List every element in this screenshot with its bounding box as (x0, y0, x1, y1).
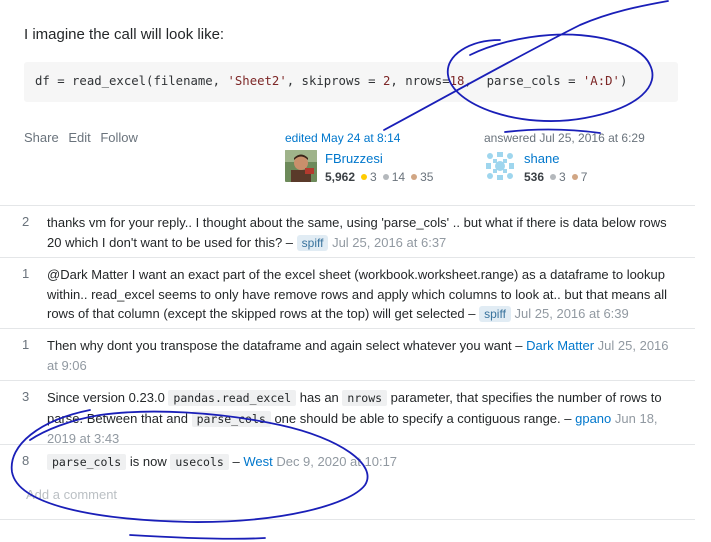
bronze-badge-icon (411, 174, 418, 180)
comment-user-link[interactable]: spiff (479, 306, 511, 322)
author-silver-count: 3 (559, 170, 566, 184)
author-name[interactable]: shane (524, 151, 559, 166)
code-string: 'Sheet2' (227, 74, 287, 88)
editor-silver-count: 14 (391, 170, 406, 184)
share-link[interactable]: Share (24, 130, 59, 145)
bronze-badge-icon (571, 174, 578, 180)
comment-text: has an (299, 390, 339, 405)
silver-badge-icon (550, 174, 557, 180)
ink-stroke-tail (129, 534, 266, 540)
author-avatar[interactable] (484, 150, 516, 182)
author-rep-score: 536 (524, 170, 545, 184)
answered-timestamp: answered Jul 25, 2016 at 6:29 (484, 131, 645, 145)
inline-code: parse_cols (191, 410, 271, 427)
comment-text: Then why dont you transpose the datafram… (47, 338, 523, 353)
comment: 1 @Dark Matter I want an exact part of t… (0, 257, 695, 329)
divider (0, 519, 695, 520)
gold-badge-icon (361, 174, 368, 180)
comment: 3 Since version 0.23.0 pandas.read_excel… (0, 380, 695, 446)
comment: 2 thanks vm for your reply.. I thought a… (0, 205, 695, 258)
inline-code: pandas.read_excel (168, 390, 297, 406)
comment-body: Since version 0.23.0 pandas.read_excel h… (47, 388, 677, 449)
comment-date[interactable]: Jul 25, 2016 at 6:37 (332, 235, 446, 250)
editor-name[interactable]: FBruzzesi (325, 151, 383, 166)
inline-code: usecols (170, 454, 229, 470)
editor-gold-count: 3 (370, 170, 377, 184)
comment-body: Then why dont you transpose the datafram… (47, 336, 677, 375)
comment: 8 parse_cols is now usecols – West Dec 9… (0, 444, 695, 479)
comment-date[interactable]: Jul 25, 2016 at 6:39 (515, 306, 629, 321)
comment-user-link[interactable]: West (243, 454, 272, 469)
comment-body: @Dark Matter I want an exact part of the… (47, 265, 677, 325)
inline-code: nrows (342, 390, 388, 406)
comment-text: one should be able to specify a contiguo… (274, 410, 572, 426)
edited-timestamp[interactable]: edited May 24 at 8:14 (285, 131, 400, 145)
comment-user-link[interactable]: Dark Matter (526, 338, 594, 353)
add-comment-link[interactable]: Add a comment (26, 487, 117, 502)
code-text: df = read_excel(filename, (35, 74, 228, 88)
editor-avatar[interactable] (285, 150, 317, 182)
post-menu: Share Edit Follow (24, 130, 144, 145)
comment-score: 8 (22, 453, 30, 468)
code-string: 'A:D' (582, 74, 620, 88)
code-text: , nrows= (390, 74, 450, 88)
comment-body: parse_cols is now usecols – West Dec 9, … (47, 452, 677, 473)
editor-signature: edited May 24 at 8:14 FBruzzesi 5,962 3 14… (285, 131, 465, 191)
comment-score: 1 (22, 266, 30, 281)
answer-intro: I imagine the call will look like: (24, 26, 225, 43)
author-signature: answered Jul 25, 2016 at 6:29 shane 536 3… (484, 131, 674, 191)
code-text: , parse_cols = (464, 74, 583, 88)
code-text: , skiprows = (286, 74, 383, 88)
follow-link[interactable]: Follow (100, 130, 138, 145)
comment-text: Since version 0.23.0 (47, 390, 165, 405)
editor-reputation: 5,962 3 14 35 (325, 170, 433, 184)
editor-rep-score: 5,962 (325, 170, 356, 184)
author-reputation: 536 3 7 (524, 170, 587, 184)
code-number: 18 (449, 74, 465, 88)
comment-text: is now (129, 454, 167, 469)
comment-text: – (232, 454, 240, 469)
author-bronze-count: 7 (580, 170, 588, 184)
comment-score: 1 (22, 337, 30, 352)
comment-score: 3 (22, 389, 30, 404)
editor-bronze-count: 35 (420, 170, 434, 184)
code-text: ) (619, 74, 628, 88)
inline-code: parse_cols (47, 454, 127, 470)
comment-user-link[interactable]: gpano (575, 411, 611, 426)
comment-body: thanks vm for your reply.. I thought abo… (47, 213, 677, 253)
comment-score: 2 (22, 214, 30, 229)
silver-badge-icon (382, 174, 389, 180)
comment: 1 Then why dont you transpose the datafr… (0, 328, 695, 381)
edit-link[interactable]: Edit (68, 130, 90, 145)
comment-date[interactable]: Dec 9, 2020 at 10:17 (276, 454, 397, 469)
comment-user-link[interactable]: spiff (296, 234, 329, 251)
code-block: df = read_excel(filename, 'Sheet2', skip… (24, 62, 678, 102)
